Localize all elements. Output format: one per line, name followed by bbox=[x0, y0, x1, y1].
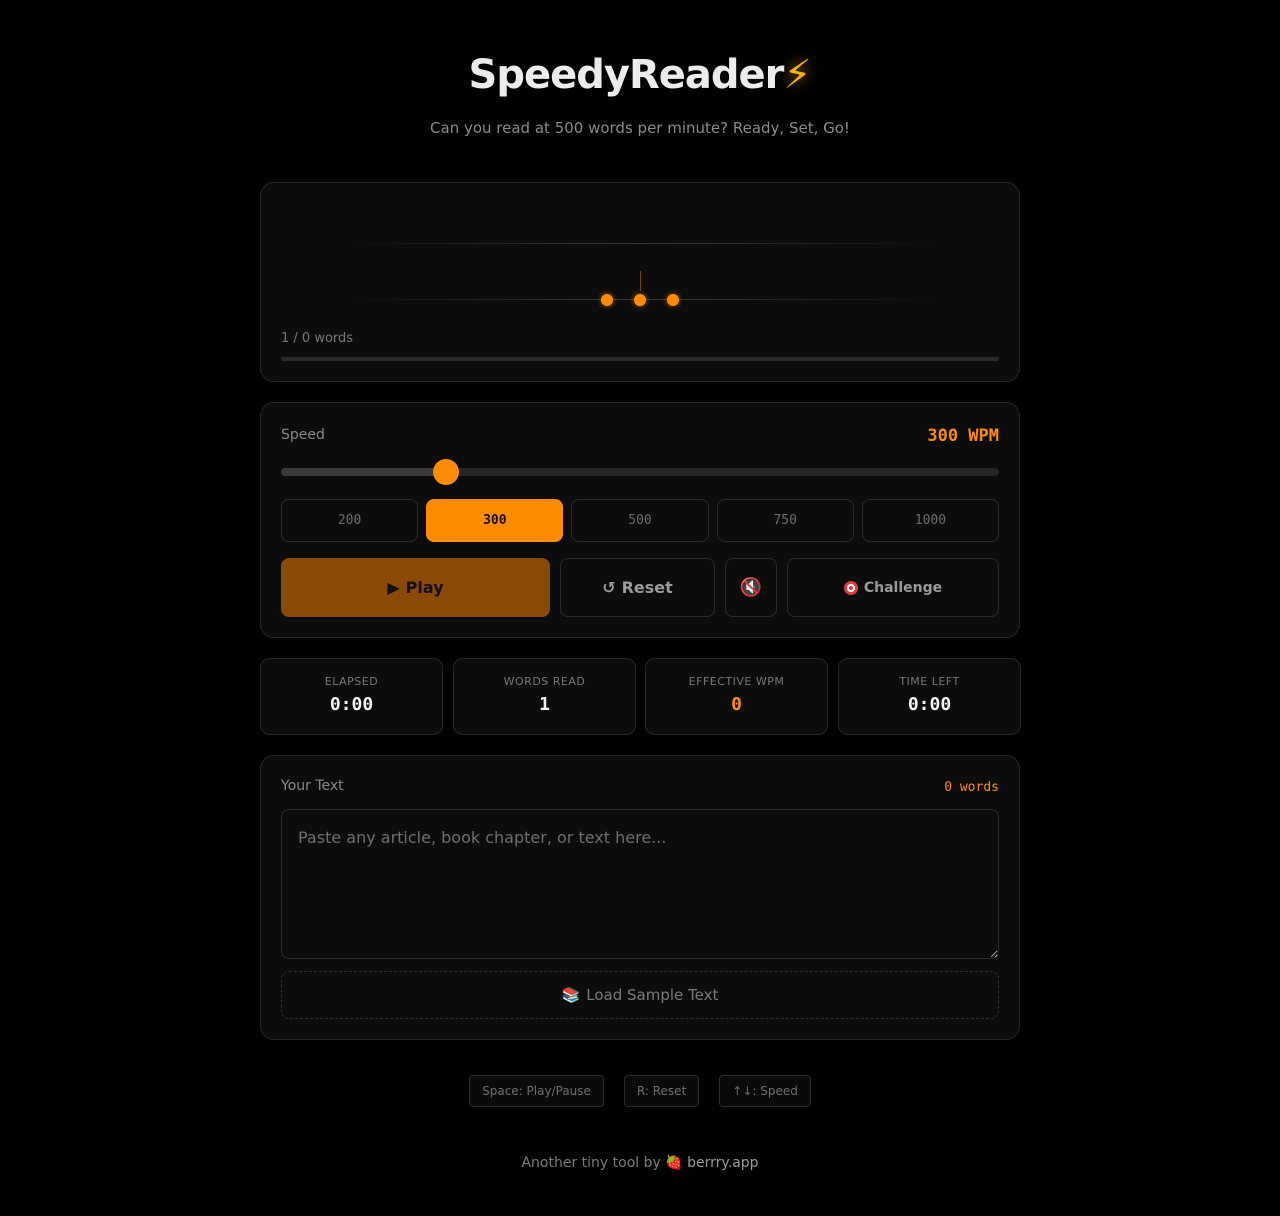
page-header: SpeedyReader⚡ bbox=[0, 52, 1280, 98]
muted-speaker-icon: 🔇 bbox=[739, 577, 763, 598]
stat-value: 1 bbox=[539, 694, 550, 715]
loading-dot bbox=[667, 294, 679, 306]
page-subtitle: Can you read at 500 words per minute? Re… bbox=[430, 119, 850, 137]
reset-button[interactable]: ↺ Reset bbox=[560, 558, 715, 617]
speed-preset-750[interactable]: 750 bbox=[716, 499, 854, 542]
text-input-area[interactable] bbox=[281, 809, 999, 959]
target-icon bbox=[843, 580, 858, 595]
shortcut-hint: R: Reset bbox=[623, 1075, 700, 1107]
loading-dot bbox=[601, 294, 613, 306]
shortcut-hint: Space: Play/Pause bbox=[469, 1075, 604, 1107]
playback-actions: ▶ Play ↺ Reset 🔇 Challenge bbox=[281, 558, 999, 617]
stat-time-left: TIME LEFT 0:00 bbox=[838, 658, 1021, 735]
stat-words-read: WORDS READ 1 bbox=[453, 658, 636, 735]
speed-slider-fill bbox=[281, 468, 447, 476]
stat-label: WORDS READ bbox=[503, 675, 586, 688]
keyboard-shortcuts: Space: Play/Pause R: Reset ↑↓: Speed bbox=[0, 1075, 1280, 1107]
stat-label: ELAPSED bbox=[324, 675, 379, 688]
load-sample-button[interactable]: 📚 Load Sample Text bbox=[281, 971, 999, 1019]
strawberry-icon: 🍓 bbox=[665, 1155, 683, 1171]
loading-dot bbox=[634, 294, 646, 306]
speed-presets: 200 300 500 750 1000 bbox=[281, 499, 1000, 542]
speed-preset-1000[interactable]: 1000 bbox=[861, 499, 1000, 542]
footer: Another tiny tool by 🍓 berrry.app bbox=[0, 1155, 1280, 1171]
progress-bar bbox=[281, 357, 999, 361]
text-input-panel: Your Text 0 words 📚 Load Sample Text bbox=[260, 755, 1020, 1040]
challenge-button-label: Challenge bbox=[863, 579, 943, 596]
footer-prefix: Another tiny tool by bbox=[521, 1155, 661, 1171]
stat-effective-wpm: EFFECTIVE WPM 0 bbox=[645, 658, 828, 735]
speed-label: Speed bbox=[281, 427, 325, 443]
reader-display: 1 / 0 words bbox=[260, 182, 1020, 382]
books-icon: 📚 bbox=[561, 986, 581, 1004]
speed-preset-200[interactable]: 200 bbox=[281, 499, 419, 542]
speed-value: 300 WPM bbox=[927, 426, 999, 446]
word-count: 0 words bbox=[944, 780, 999, 795]
play-button[interactable]: ▶ Play bbox=[281, 558, 550, 617]
shortcut-hint: ↑↓: Speed bbox=[719, 1075, 811, 1107]
mute-button[interactable]: 🔇 bbox=[725, 558, 777, 617]
speed-preset-300[interactable]: 300 bbox=[426, 499, 564, 542]
speed-slider-thumb[interactable] bbox=[433, 459, 460, 485]
stat-value: 0:00 bbox=[907, 694, 952, 715]
page-title: SpeedyReader bbox=[468, 52, 785, 98]
lightning-icon: ⚡ bbox=[783, 52, 812, 98]
stat-elapsed: ELAPSED 0:00 bbox=[260, 658, 443, 735]
load-sample-label: Load Sample Text bbox=[586, 986, 719, 1004]
reset-icon: ↺ bbox=[602, 578, 616, 597]
speed-panel: Speed 300 WPM 200 300 500 750 1000 ▶ Play ↺ … bbox=[260, 402, 1020, 638]
focus-pivot-marker bbox=[640, 271, 641, 291]
play-button-label: Play bbox=[405, 578, 444, 597]
stat-label: TIME LEFT bbox=[899, 675, 960, 688]
speed-slider[interactable] bbox=[281, 468, 999, 476]
play-icon: ▶ bbox=[387, 578, 400, 597]
reset-button-label: Reset bbox=[621, 578, 673, 597]
footer-brand-link[interactable]: berrry.app bbox=[687, 1155, 758, 1171]
challenge-button[interactable]: Challenge bbox=[787, 558, 999, 617]
progress-text: 1 / 0 words bbox=[281, 331, 354, 346]
stat-value: 0:00 bbox=[329, 694, 374, 715]
text-input-label: Your Text bbox=[281, 778, 344, 794]
stat-value: 0 bbox=[731, 694, 742, 715]
stat-label: EFFECTIVE WPM bbox=[688, 675, 785, 688]
speed-preset-500[interactable]: 500 bbox=[571, 499, 709, 542]
guide-line-top bbox=[341, 243, 941, 244]
